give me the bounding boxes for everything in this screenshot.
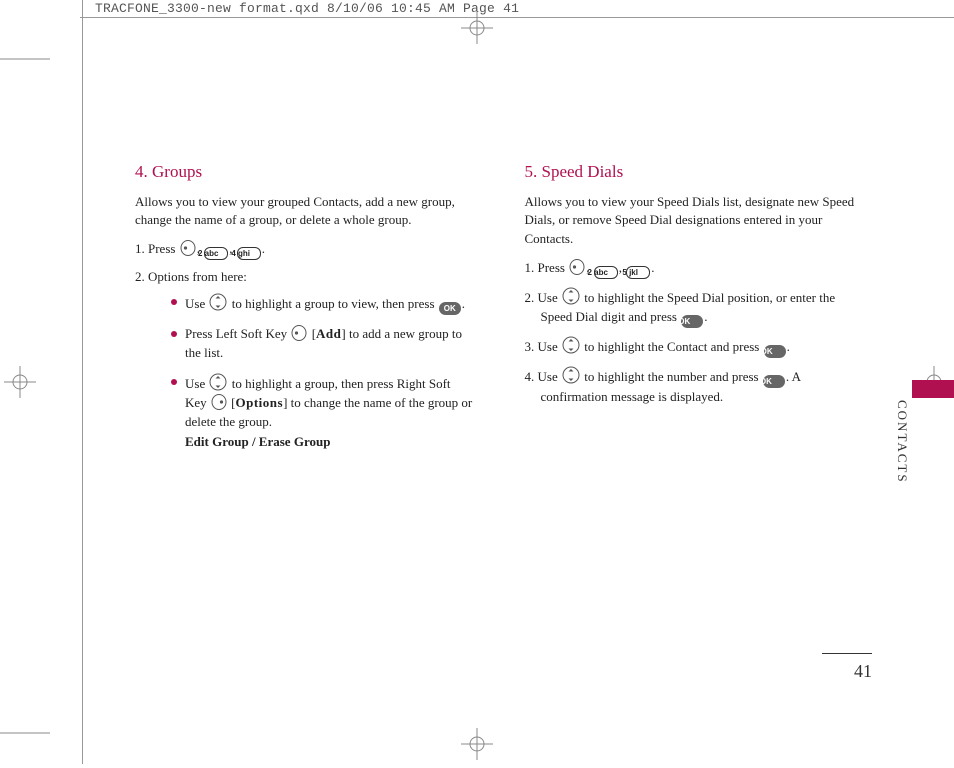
right-softkey-icon — [211, 394, 227, 410]
groups-intro: Allows you to view your grouped Contacts… — [135, 193, 475, 231]
heading-speed-dials: 5. Speed Dials — [525, 160, 865, 185]
text: Use — [185, 376, 208, 391]
nav-key-icon — [562, 366, 580, 384]
groups-step-2: 2. Options from here: Use to highlight a… — [135, 268, 475, 452]
text: to highlight the number and press — [581, 369, 762, 384]
nav-key-icon — [209, 293, 227, 311]
softkey-label-options: Options — [236, 395, 284, 410]
text: Press Left Soft Key — [185, 326, 290, 341]
ok-button-icon: OK — [439, 302, 461, 315]
text: . — [651, 260, 654, 275]
text: Use — [185, 296, 208, 311]
nav-key-icon — [562, 336, 580, 354]
speed-step-1: 1. Press , 2 abc, 5 jkl. — [525, 259, 865, 279]
text: . — [262, 241, 265, 256]
speed-step-2: 2. Use to highlight the Speed Dial posit… — [525, 287, 865, 328]
left-softkey-icon — [180, 240, 196, 256]
text: . — [462, 296, 465, 311]
nav-key-icon — [209, 373, 227, 391]
softkey-label-add: Add — [316, 326, 341, 341]
heading-groups: 4. Groups — [135, 160, 475, 185]
speed-step-4: 4. Use to highlight the number and press… — [525, 366, 865, 407]
text: 2. Options from here: — [135, 269, 247, 284]
nav-key-icon — [562, 287, 580, 305]
text: 3. Use — [525, 339, 561, 354]
section-label: CONTACTS — [894, 400, 910, 484]
text: to highlight the Contact and press — [581, 339, 763, 354]
key-2abc: 2 abc — [594, 266, 618, 279]
speed-step-3: 3. Use to highlight the Contact and pres… — [525, 336, 865, 358]
text: 2. Use — [525, 290, 561, 305]
edit-erase-line: Edit Group / Erase Group — [185, 433, 475, 452]
text: 1. Press — [135, 241, 179, 256]
text: to highlight a group to view, then press — [228, 296, 437, 311]
vertical-rule — [82, 0, 83, 764]
text: . — [704, 309, 707, 324]
text: [ — [228, 395, 236, 410]
page-number: 41 — [854, 661, 872, 682]
groups-bullet-2: Press Left Soft Key [Add] to add a new g… — [173, 325, 475, 363]
ok-button-icon: OK — [763, 375, 785, 388]
crop-mark — [0, 732, 50, 734]
key-5jkl: 5 jkl — [626, 266, 650, 279]
key-4ghi: 4 ghi — [237, 247, 261, 260]
ok-button-icon: OK — [764, 345, 786, 358]
column-groups: 4. Groups Allows you to view your groupe… — [135, 160, 475, 462]
registration-mark-left — [0, 362, 40, 402]
groups-bullet-3: Use to highlight a group, then press Rig… — [173, 373, 475, 452]
text: 1. Press — [525, 260, 569, 275]
left-softkey-icon — [569, 259, 585, 275]
ok-button-icon: OK — [681, 315, 703, 328]
text: [ — [308, 326, 316, 341]
groups-bullet-1: Use to highlight a group to view, then p… — [173, 293, 475, 315]
text: . — [787, 339, 790, 354]
crop-mark — [0, 58, 50, 60]
page-content: 4. Groups Allows you to view your groupe… — [135, 160, 864, 462]
groups-step-1: 1. Press , 2 abc, 4 ghi. — [135, 240, 475, 260]
speed-intro: Allows you to view your Speed Dials list… — [525, 193, 865, 250]
print-header: TRACFONE_3300-new format.qxd 8/10/06 10:… — [80, 0, 954, 18]
registration-mark-bottom — [457, 724, 497, 764]
page-number-rule — [822, 653, 872, 654]
left-softkey-icon — [291, 325, 307, 341]
section-tab — [912, 380, 954, 398]
column-speed-dials: 5. Speed Dials Allows you to view your S… — [525, 160, 865, 462]
text: 4. Use — [525, 369, 561, 384]
key-2abc: 2 abc — [204, 247, 228, 260]
